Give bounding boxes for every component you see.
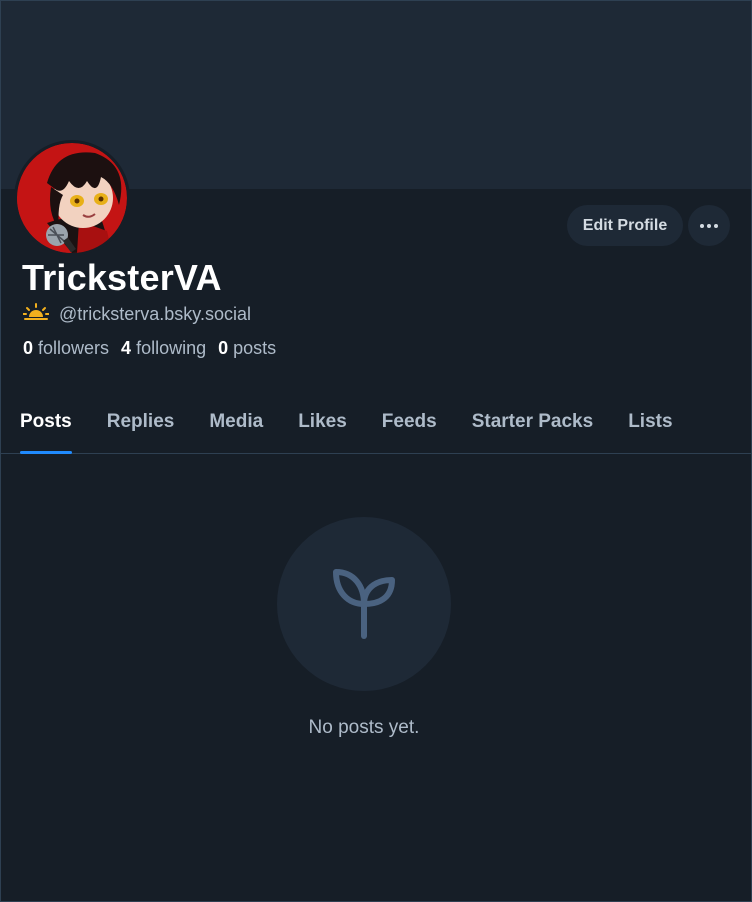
posts-count: 0 xyxy=(218,338,229,358)
tab-replies[interactable]: Replies xyxy=(107,401,175,453)
sunrise-icon xyxy=(22,303,50,326)
empty-state-message: No posts yet. xyxy=(308,717,420,738)
more-options-button[interactable] xyxy=(688,205,730,246)
followers-label: followers xyxy=(38,338,110,358)
handle-row: @tricksterva.bsky.social xyxy=(22,303,251,326)
following-label: following xyxy=(136,338,207,358)
tab-lists[interactable]: Lists xyxy=(628,401,672,453)
tab-media[interactable]: Media xyxy=(209,401,263,453)
tab-likes[interactable]: Likes xyxy=(298,401,347,453)
edit-profile-button[interactable]: Edit Profile xyxy=(567,205,683,246)
followers-count: 0 xyxy=(23,338,34,358)
following-link[interactable]: 4 following xyxy=(121,338,206,359)
tab-starter-packs[interactable]: Starter Packs xyxy=(472,401,593,453)
posts-stat: 0 posts xyxy=(218,338,276,359)
avatar-image xyxy=(17,143,127,253)
profile-stats: 0 followers 4 following 0 posts xyxy=(23,338,276,359)
profile-tabs: Posts Replies Media Likes Feeds Starter … xyxy=(1,401,751,454)
posts-label: posts xyxy=(233,338,277,358)
followers-link[interactable]: 0 followers xyxy=(23,338,109,359)
sprout-icon xyxy=(324,562,404,647)
more-dot xyxy=(707,223,711,228)
profile-page: Edit Profile TricksterVA @tricksterva.bs… xyxy=(0,0,752,902)
profile-handle[interactable]: @tricksterva.bsky.social xyxy=(59,304,251,325)
more-dot xyxy=(714,223,718,228)
tab-feeds[interactable]: Feeds xyxy=(382,401,437,453)
more-horizontal-icon xyxy=(700,223,704,228)
profile-display-name: TricksterVA xyxy=(22,257,222,298)
following-count: 4 xyxy=(121,338,132,358)
empty-state-icon-circle xyxy=(277,517,451,691)
tab-posts[interactable]: Posts xyxy=(20,401,72,454)
avatar[interactable] xyxy=(14,140,130,256)
